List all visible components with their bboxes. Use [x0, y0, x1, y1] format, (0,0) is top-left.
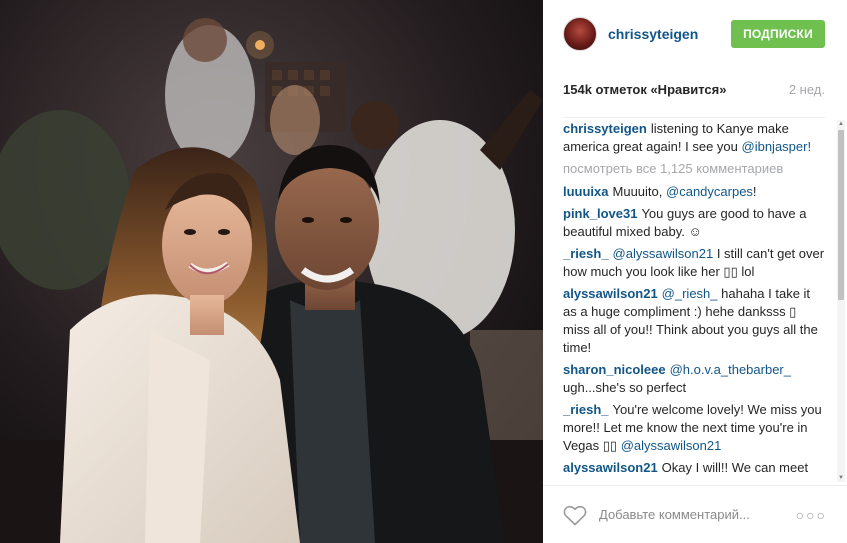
comment-item: alyssawilson21 @_riesh_ hahaha I take it … — [563, 285, 825, 357]
scroll-up-arrow-icon[interactable]: ▲ — [837, 120, 845, 128]
caption-username-link[interactable]: chrissyteigen — [563, 121, 647, 136]
instagram-post: chrissyteigen ПОДПИСКИ 154k отметок «Нра… — [0, 0, 847, 543]
comment-item: _riesh_ You're welcome lovely! We miss yo… — [563, 401, 825, 455]
comments-list: chrissyteigen listening to Kanye make ame… — [563, 120, 825, 480]
post-photo[interactable] — [0, 0, 543, 543]
follow-button[interactable]: ПОДПИСКИ — [731, 20, 825, 48]
comment-item: _riesh_ @alyssawilson21 I still can't get… — [563, 245, 825, 281]
view-all-comments-link[interactable]: посмотреть все 1,125 комментариев — [563, 160, 825, 178]
comment-item: luuuixa Muuuito, @candycarpes! — [563, 183, 825, 201]
caption: chrissyteigen listening to Kanye make ame… — [563, 120, 825, 156]
comment-mention-link[interactable]: @alyssawilson21 — [621, 438, 722, 453]
comment-footer: ○○○ — [543, 485, 847, 543]
post-side-panel: chrissyteigen ПОДПИСКИ 154k отметок «Нра… — [543, 0, 847, 543]
comment-text: ugh...she's so perfect — [563, 380, 687, 395]
comment-username-link[interactable]: sharon_nicoleee — [563, 362, 666, 377]
post-stats: 154k отметок «Нравится» 2 нед. — [563, 74, 825, 118]
comment-username-link[interactable]: alyssawilson21 — [563, 286, 658, 301]
scroll-thumb[interactable] — [838, 130, 844, 300]
likes-count[interactable]: 154k отметок «Нравится» — [563, 82, 726, 97]
comments-scrollbar[interactable]: ▲ ▼ — [837, 120, 845, 482]
comment-mention-link[interactable]: @candycarpes — [666, 184, 753, 199]
comment-mention-link[interactable]: @h.o.v.a_thebarber_ — [670, 362, 791, 377]
caption-mention-link[interactable]: @ibnjasper! — [742, 139, 812, 154]
heart-outline-icon[interactable] — [563, 504, 587, 526]
comment-mention-link[interactable]: @alyssawilson21 — [613, 246, 714, 261]
comment-username-link[interactable]: luuuixa — [563, 184, 609, 199]
comment-username-link[interactable]: alyssawilson21 — [563, 460, 658, 475]
comment-username-link[interactable]: _riesh_ — [563, 246, 609, 261]
comment-text: Muuuito, — [612, 184, 663, 199]
comment-item: sharon_nicoleee @h.o.v.a_thebarber_ ugh..… — [563, 361, 825, 397]
add-comment-input[interactable] — [599, 507, 779, 522]
author-username-link[interactable]: chrissyteigen — [608, 26, 698, 42]
comment-item: pink_love31 You guys are good to have a b… — [563, 205, 825, 241]
comment-item: alyssawilson21 Okay I will!! We can meet … — [563, 459, 825, 480]
comment-mention-link[interactable]: @_riesh_ — [662, 286, 718, 301]
comment-username-link[interactable]: pink_love31 — [563, 206, 637, 221]
more-horizontal-icon[interactable]: ○○○ — [796, 507, 827, 523]
post-header: chrissyteigen ПОДПИСКИ — [543, 0, 847, 68]
comment-text-after: ! — [752, 184, 757, 199]
avatar[interactable] — [563, 17, 597, 51]
party-photo-image — [0, 0, 543, 543]
scroll-down-arrow-icon[interactable]: ▼ — [837, 474, 845, 482]
post-time-ago[interactable]: 2 нед. — [789, 82, 825, 97]
comment-username-link[interactable]: _riesh_ — [563, 402, 609, 417]
